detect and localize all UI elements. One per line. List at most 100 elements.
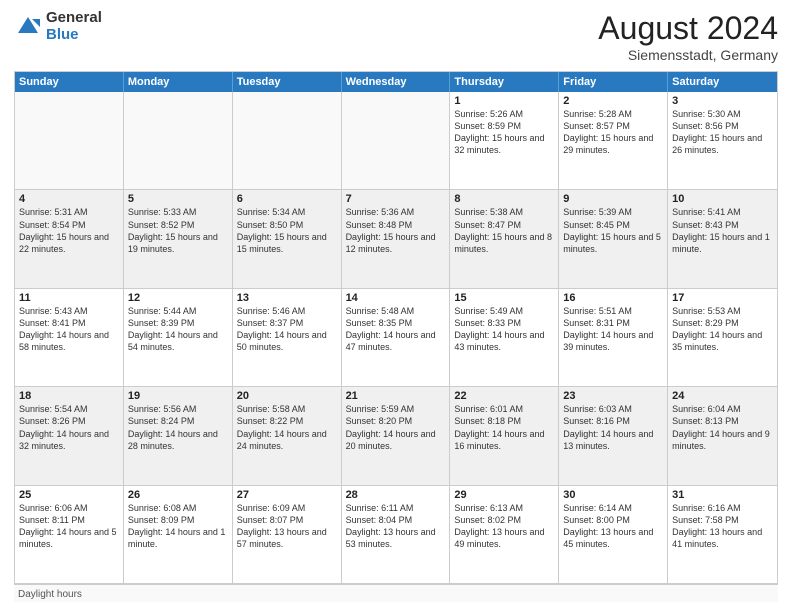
calendar-row-4: 25Sunrise: 6:06 AMSunset: 8:11 PMDayligh… (15, 485, 777, 583)
cell-info: Sunrise: 5:53 AMSunset: 8:29 PMDaylight:… (672, 305, 773, 354)
day-number: 22 (454, 390, 554, 402)
header-cell-friday: Friday (559, 72, 668, 92)
day-number: 9 (563, 193, 663, 205)
note-text: Daylight hours (18, 589, 82, 600)
calendar-cell: 19Sunrise: 5:56 AMSunset: 8:24 PMDayligh… (124, 387, 233, 484)
note-row: Daylight hours (14, 584, 778, 602)
cell-info: Sunrise: 6:06 AMSunset: 8:11 PMDaylight:… (19, 502, 119, 551)
calendar-cell: 15Sunrise: 5:49 AMSunset: 8:33 PMDayligh… (450, 289, 559, 386)
calendar-body: 1Sunrise: 5:26 AMSunset: 8:59 PMDaylight… (15, 92, 777, 583)
calendar-cell: 10Sunrise: 5:41 AMSunset: 8:43 PMDayligh… (668, 190, 777, 287)
day-number: 10 (672, 193, 773, 205)
calendar-cell: 17Sunrise: 5:53 AMSunset: 8:29 PMDayligh… (668, 289, 777, 386)
logo-blue-text: Blue (46, 27, 102, 44)
day-number: 16 (563, 292, 663, 304)
cell-info: Sunrise: 6:09 AMSunset: 8:07 PMDaylight:… (237, 502, 337, 551)
calendar-cell: 9Sunrise: 5:39 AMSunset: 8:45 PMDaylight… (559, 190, 668, 287)
cell-info: Sunrise: 5:46 AMSunset: 8:37 PMDaylight:… (237, 305, 337, 354)
day-number: 13 (237, 292, 337, 304)
calendar-cell: 13Sunrise: 5:46 AMSunset: 8:37 PMDayligh… (233, 289, 342, 386)
calendar-cell: 21Sunrise: 5:59 AMSunset: 8:20 PMDayligh… (342, 387, 451, 484)
cell-info: Sunrise: 5:44 AMSunset: 8:39 PMDaylight:… (128, 305, 228, 354)
day-number: 26 (128, 489, 228, 501)
cell-info: Sunrise: 5:28 AMSunset: 8:57 PMDaylight:… (563, 108, 663, 157)
calendar-cell: 29Sunrise: 6:13 AMSunset: 8:02 PMDayligh… (450, 486, 559, 583)
cell-info: Sunrise: 5:59 AMSunset: 8:20 PMDaylight:… (346, 403, 446, 452)
calendar-cell: 8Sunrise: 5:38 AMSunset: 8:47 PMDaylight… (450, 190, 559, 287)
calendar-cell (233, 92, 342, 189)
cell-info: Sunrise: 5:48 AMSunset: 8:35 PMDaylight:… (346, 305, 446, 354)
day-number: 6 (237, 193, 337, 205)
calendar-row-3: 18Sunrise: 5:54 AMSunset: 8:26 PMDayligh… (15, 386, 777, 484)
day-number: 3 (672, 95, 773, 107)
cell-info: Sunrise: 5:36 AMSunset: 8:48 PMDaylight:… (346, 206, 446, 255)
cell-info: Sunrise: 5:31 AMSunset: 8:54 PMDaylight:… (19, 206, 119, 255)
cell-info: Sunrise: 5:51 AMSunset: 8:31 PMDaylight:… (563, 305, 663, 354)
cell-info: Sunrise: 6:08 AMSunset: 8:09 PMDaylight:… (128, 502, 228, 551)
header-cell-sunday: Sunday (15, 72, 124, 92)
cell-info: Sunrise: 5:30 AMSunset: 8:56 PMDaylight:… (672, 108, 773, 157)
calendar-cell: 12Sunrise: 5:44 AMSunset: 8:39 PMDayligh… (124, 289, 233, 386)
day-number: 4 (19, 193, 119, 205)
calendar-cell: 25Sunrise: 6:06 AMSunset: 8:11 PMDayligh… (15, 486, 124, 583)
header-cell-saturday: Saturday (668, 72, 777, 92)
calendar-row-0: 1Sunrise: 5:26 AMSunset: 8:59 PMDaylight… (15, 92, 777, 189)
logo-general: General (46, 10, 102, 27)
calendar-cell: 27Sunrise: 6:09 AMSunset: 8:07 PMDayligh… (233, 486, 342, 583)
calendar-cell: 18Sunrise: 5:54 AMSunset: 8:26 PMDayligh… (15, 387, 124, 484)
day-number: 5 (128, 193, 228, 205)
day-number: 29 (454, 489, 554, 501)
logo: General Blue (14, 10, 102, 43)
day-number: 2 (563, 95, 663, 107)
calendar-cell: 11Sunrise: 5:43 AMSunset: 8:41 PMDayligh… (15, 289, 124, 386)
calendar-cell: 22Sunrise: 6:01 AMSunset: 8:18 PMDayligh… (450, 387, 559, 484)
day-number: 14 (346, 292, 446, 304)
day-number: 19 (128, 390, 228, 402)
header-cell-monday: Monday (124, 72, 233, 92)
logo-text: General Blue (46, 10, 102, 43)
day-number: 18 (19, 390, 119, 402)
calendar-cell: 3Sunrise: 5:30 AMSunset: 8:56 PMDaylight… (668, 92, 777, 189)
cell-info: Sunrise: 6:03 AMSunset: 8:16 PMDaylight:… (563, 403, 663, 452)
cell-info: Sunrise: 6:16 AMSunset: 7:58 PMDaylight:… (672, 502, 773, 551)
cell-info: Sunrise: 5:38 AMSunset: 8:47 PMDaylight:… (454, 206, 554, 255)
calendar-cell: 14Sunrise: 5:48 AMSunset: 8:35 PMDayligh… (342, 289, 451, 386)
cell-info: Sunrise: 5:43 AMSunset: 8:41 PMDaylight:… (19, 305, 119, 354)
calendar-cell: 16Sunrise: 5:51 AMSunset: 8:31 PMDayligh… (559, 289, 668, 386)
cell-info: Sunrise: 5:33 AMSunset: 8:52 PMDaylight:… (128, 206, 228, 255)
cell-info: Sunrise: 6:14 AMSunset: 8:00 PMDaylight:… (563, 502, 663, 551)
day-number: 30 (563, 489, 663, 501)
title-block: August 2024 Siemensstadt, Germany (598, 10, 778, 63)
calendar-row-1: 4Sunrise: 5:31 AMSunset: 8:54 PMDaylight… (15, 189, 777, 287)
cell-info: Sunrise: 5:26 AMSunset: 8:59 PMDaylight:… (454, 108, 554, 157)
logo-icon (14, 13, 42, 41)
day-number: 7 (346, 193, 446, 205)
day-number: 12 (128, 292, 228, 304)
calendar-cell (342, 92, 451, 189)
calendar-cell: 30Sunrise: 6:14 AMSunset: 8:00 PMDayligh… (559, 486, 668, 583)
calendar-cell: 6Sunrise: 5:34 AMSunset: 8:50 PMDaylight… (233, 190, 342, 287)
calendar-cell: 23Sunrise: 6:03 AMSunset: 8:16 PMDayligh… (559, 387, 668, 484)
cell-info: Sunrise: 5:34 AMSunset: 8:50 PMDaylight:… (237, 206, 337, 255)
calendar-cell: 26Sunrise: 6:08 AMSunset: 8:09 PMDayligh… (124, 486, 233, 583)
day-number: 20 (237, 390, 337, 402)
cell-info: Sunrise: 5:56 AMSunset: 8:24 PMDaylight:… (128, 403, 228, 452)
cell-info: Sunrise: 5:41 AMSunset: 8:43 PMDaylight:… (672, 206, 773, 255)
calendar-cell: 5Sunrise: 5:33 AMSunset: 8:52 PMDaylight… (124, 190, 233, 287)
location: Siemensstadt, Germany (598, 47, 778, 63)
day-number: 23 (563, 390, 663, 402)
cell-info: Sunrise: 5:39 AMSunset: 8:45 PMDaylight:… (563, 206, 663, 255)
cell-info: Sunrise: 6:01 AMSunset: 8:18 PMDaylight:… (454, 403, 554, 452)
day-number: 27 (237, 489, 337, 501)
calendar-cell: 4Sunrise: 5:31 AMSunset: 8:54 PMDaylight… (15, 190, 124, 287)
calendar-cell (15, 92, 124, 189)
calendar: SundayMondayTuesdayWednesdayThursdayFrid… (14, 71, 778, 584)
page: General Blue August 2024 Siemensstadt, G… (0, 0, 792, 612)
calendar-cell: 28Sunrise: 6:11 AMSunset: 8:04 PMDayligh… (342, 486, 451, 583)
calendar-cell: 20Sunrise: 5:58 AMSunset: 8:22 PMDayligh… (233, 387, 342, 484)
header-cell-wednesday: Wednesday (342, 72, 451, 92)
calendar-cell (124, 92, 233, 189)
header-cell-thursday: Thursday (450, 72, 559, 92)
cell-info: Sunrise: 6:04 AMSunset: 8:13 PMDaylight:… (672, 403, 773, 452)
cell-info: Sunrise: 5:54 AMSunset: 8:26 PMDaylight:… (19, 403, 119, 452)
